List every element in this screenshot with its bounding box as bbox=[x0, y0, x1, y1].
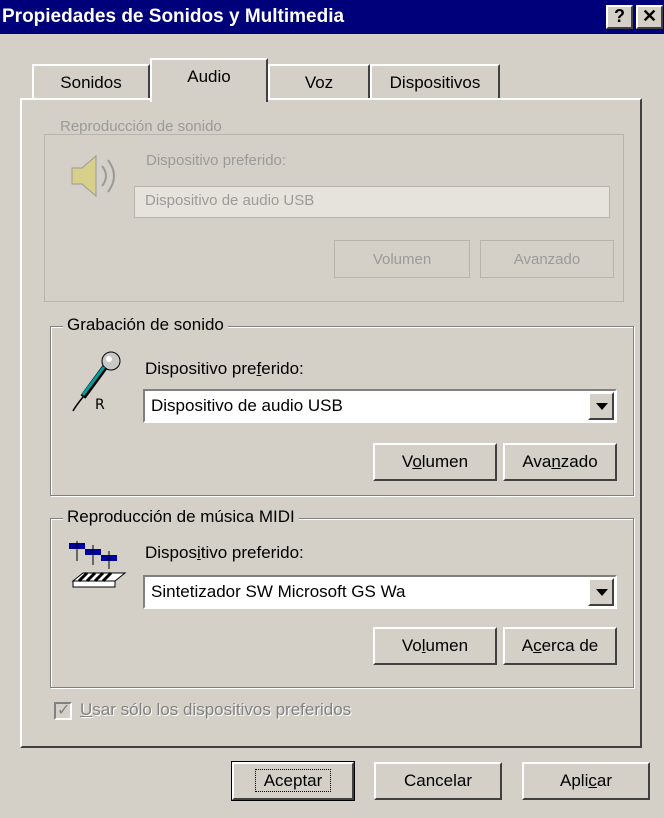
tab-sonidos[interactable]: Sonidos bbox=[32, 64, 150, 98]
dialog-window: Propiedades de Sonidos y Multimedia ? ✕ … bbox=[0, 0, 664, 818]
recording-device-select[interactable]: Dispositivo de audio USB bbox=[143, 389, 617, 423]
title-bar[interactable]: Propiedades de Sonidos y Multimedia ? ✕ bbox=[0, 0, 664, 34]
midi-about-button[interactable]: Acerca de bbox=[503, 627, 617, 665]
help-button[interactable]: ? bbox=[606, 5, 633, 29]
recording-preferred-label: Dispositivo preferido: bbox=[145, 359, 304, 378]
ghost-advanced-button: Avanzado bbox=[480, 240, 614, 278]
cancel-button[interactable]: Cancelar bbox=[374, 762, 502, 800]
recording-legend: Grabación de sonido bbox=[63, 315, 228, 335]
ghost-device-text: Dispositivo de audio USB bbox=[145, 192, 315, 209]
recording-advanced-button[interactable]: Avanzado bbox=[503, 443, 617, 481]
ghost-device-combo: Dispositivo de audio USB bbox=[134, 186, 610, 218]
microphone-icon: R bbox=[71, 349, 127, 418]
ghost-section-label: Reproducción de sonido bbox=[60, 118, 222, 135]
tab-voz[interactable]: Voz bbox=[268, 64, 370, 98]
midi-keyboard-icon bbox=[65, 539, 129, 608]
window-title: Propiedades de Sonidos y Multimedia bbox=[2, 6, 345, 27]
preferred-only-label: Usar sólo los dispositivos preferidos bbox=[80, 700, 352, 719]
svg-text:R: R bbox=[95, 397, 105, 413]
midi-preferred-label: Dispositivo preferido: bbox=[145, 543, 304, 562]
ghost-preferred-label: Dispositivo preferido: bbox=[146, 152, 287, 169]
ok-button[interactable]: Aceptar bbox=[231, 761, 355, 801]
recording-volume-button[interactable]: Volumen bbox=[373, 443, 497, 481]
tab-audio[interactable]: Audio bbox=[150, 58, 268, 102]
preferred-only-checkbox[interactable] bbox=[54, 700, 72, 720]
audio-tab-panel: Reproducción de sonido Dispositivo prefe… bbox=[20, 98, 642, 748]
midi-device-select[interactable]: Sintetizador SW Microsoft GS Wa bbox=[143, 575, 617, 609]
midi-device-value: Sintetizador SW Microsoft GS Wa bbox=[151, 582, 406, 601]
chevron-down-icon[interactable] bbox=[588, 578, 614, 606]
speaker-icon bbox=[66, 152, 126, 205]
chevron-down-icon[interactable] bbox=[588, 392, 614, 420]
midi-volume-button[interactable]: Volumen bbox=[373, 627, 497, 665]
tab-dispositivos[interactable]: Dispositivos bbox=[370, 64, 500, 98]
midi-legend: Reproducción de música MIDI bbox=[63, 507, 299, 527]
close-button[interactable]: ✕ bbox=[636, 5, 663, 29]
apply-button[interactable]: Aplicar bbox=[522, 762, 650, 800]
ghost-volume-button: Volumen bbox=[334, 240, 470, 278]
recording-group: Grabación de sonido R Dispositivo prefer… bbox=[50, 315, 634, 496]
recording-device-value: Dispositivo de audio USB bbox=[151, 396, 343, 415]
midi-group: Reproducción de música MIDI Dispositivo … bbox=[50, 507, 634, 688]
